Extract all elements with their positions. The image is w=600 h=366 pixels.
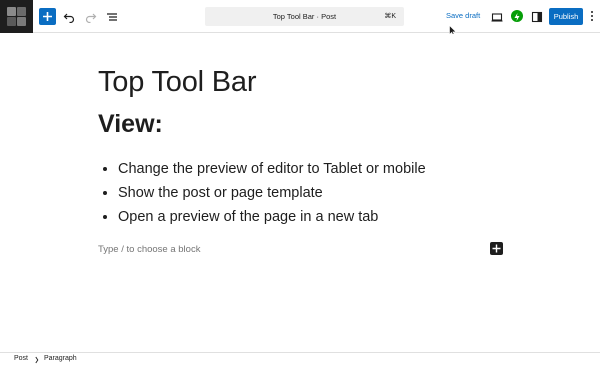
block-breadcrumb: Post Paragraph	[0, 352, 600, 366]
list-item[interactable]: Open a preview of the page in a new tab	[118, 205, 426, 229]
jetpack-button[interactable]	[511, 10, 523, 22]
undo-button[interactable]	[60, 8, 77, 25]
publish-button[interactable]: Publish	[549, 8, 583, 25]
breadcrumb-post[interactable]: Post	[14, 355, 28, 362]
document-title: Top Tool Bar · Post	[272, 12, 337, 21]
site-logo-button[interactable]	[0, 0, 33, 33]
list-view-button[interactable]	[103, 8, 120, 25]
plus-icon	[492, 244, 501, 253]
keyboard-shortcut: ⌘K	[384, 13, 396, 20]
list-item[interactable]: Change the preview of editor to Tablet o…	[118, 157, 426, 181]
chevron-right-icon	[35, 356, 39, 364]
list-block[interactable]: Change the preview of editor to Tablet o…	[118, 157, 426, 229]
editor-header: Top Tool Bar · Post ⌘K Save draft Publis…	[0, 0, 600, 33]
redo-icon	[85, 13, 96, 23]
jetpack-icon	[514, 13, 520, 21]
redo-button[interactable]	[82, 8, 99, 25]
add-block-button[interactable]	[490, 242, 503, 255]
list-view-icon	[106, 12, 117, 21]
preview-button[interactable]	[491, 10, 503, 22]
heading-bold-text: View	[98, 110, 155, 138]
save-draft-button[interactable]: Save draft	[446, 11, 480, 20]
options-button[interactable]	[589, 9, 595, 23]
sidebar-settings-icon	[531, 11, 543, 23]
more-vertical-icon	[591, 11, 593, 21]
site-icon	[7, 7, 26, 26]
block-inserter-button[interactable]	[39, 8, 56, 25]
list-item[interactable]: Show the post or page template	[118, 181, 426, 205]
breadcrumb-paragraph[interactable]: Paragraph	[44, 355, 77, 362]
desktop-preview-icon	[491, 13, 503, 22]
plus-icon	[43, 12, 52, 21]
empty-paragraph-block[interactable]: Type / to choose a block	[98, 244, 200, 255]
heading-colon: :	[154, 110, 163, 138]
heading-block[interactable]: View:	[98, 110, 163, 139]
editor-canvas: Top Tool Bar View: Change the preview of…	[0, 34, 600, 352]
post-title[interactable]: Top Tool Bar	[98, 66, 256, 99]
command-palette-button[interactable]: Top Tool Bar · Post ⌘K	[205, 7, 404, 26]
undo-icon	[63, 13, 74, 23]
settings-button[interactable]	[531, 10, 543, 23]
